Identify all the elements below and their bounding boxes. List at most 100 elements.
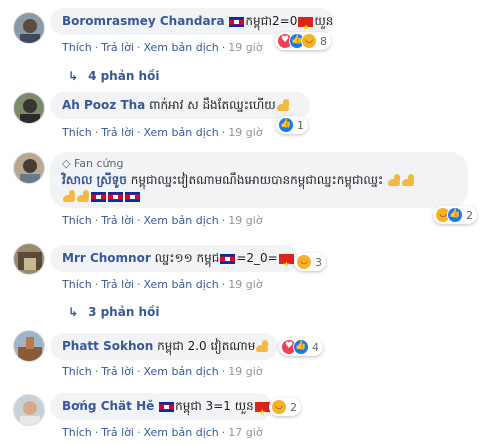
comment-actions: Thích · Trả lời · Xem bản dịch · 17 giờ (62, 426, 263, 439)
like-icon: 👍 (293, 339, 309, 355)
comment-text-part: ឈ្នះ១១ កម្ពុជ (154, 251, 220, 265)
reply-arrow-icon: ↳ (68, 69, 79, 83)
comment-text-part: កម្ពុជា 3=1 យួន (175, 399, 254, 413)
cambodia-flag-icon (125, 191, 140, 202)
avatar[interactable] (13, 330, 45, 362)
reaction-count: 8 (320, 34, 327, 48)
cambodia-flag-icon (91, 191, 106, 202)
comment-bubble: Ah Pooz Tha ពាក់អាវ ស ដឹងតែឈ្នះហើយ (50, 92, 310, 119)
reaction-summary[interactable]: ♥ 👍 4 (279, 338, 323, 356)
like-link[interactable]: Thích (62, 278, 92, 291)
vietnam-flag-icon (278, 251, 294, 278)
comment-author[interactable]: Mrr Chomnor (62, 251, 151, 265)
fan-badge-label: Fan cứng (73, 157, 124, 170)
flexed-biceps-icon (276, 98, 290, 113)
comment-time[interactable]: 19 giờ (228, 126, 262, 139)
comment-bubble: Bơńg Chät Hě កម្ពុជា 3=1 យួន (50, 393, 272, 426)
reply-arrow-icon: ↳ (68, 305, 79, 319)
replies-count: 4 phản hồi (88, 69, 160, 83)
comment-time[interactable]: 17 giờ (228, 426, 262, 439)
avatar[interactable] (13, 92, 45, 124)
comment-actions: Thích · Trả lời · Xem bản dịch · 19 giờ (62, 278, 263, 291)
comment-actions: Thích · Trả lời · Xem bản dịch · 19 giờ (62, 126, 263, 139)
comment-author[interactable]: Boromrasmey Chandara (62, 14, 225, 28)
cambodia-flag-icon (159, 401, 175, 412)
reply-link[interactable]: Trả lời (101, 426, 134, 439)
view-replies-link[interactable]: ↳ 4 phản hồi (68, 69, 159, 83)
reaction-count: 1 (297, 118, 304, 132)
comment-bubble: Phatt Sokhon កម្ពុជា 2.0 វៀតណាម (50, 333, 278, 360)
like-icon: 👍 (447, 207, 463, 223)
flexed-biceps-icon (76, 189, 90, 204)
comment-time[interactable]: 19 giờ (228, 214, 262, 227)
comment-text: កម្ពុជាឈ្នះវៀតណាមណឹងអោយបានកម្ពុជាឈ្នះកម្… (130, 173, 384, 187)
vietnam-flag-icon (254, 399, 270, 426)
comment-time[interactable]: 19 giờ (228, 365, 262, 378)
see-translation-link[interactable]: Xem bản dịch (144, 365, 219, 378)
reply-link[interactable]: Trả lời (101, 278, 134, 291)
comment-text-part: ពាក់អាវ ស ដឹងតែឈ្នះហើយ (149, 98, 276, 112)
comment-text: ឈ្នះ១១ កម្ពុជ =2_0= (154, 251, 295, 278)
flexed-biceps-icon (387, 173, 401, 188)
avatar[interactable] (13, 394, 45, 426)
comment-author[interactable]: វិសាល ស្រីទូច (62, 173, 127, 187)
flexed-biceps-icon (255, 339, 269, 354)
comment-bubble: Boromrasmey Chandara កម្ពុជា2=0 យួន (50, 8, 334, 41)
cambodia-flag-icon (108, 191, 123, 202)
vietnam-flag-icon (298, 14, 314, 41)
comment-bubble: ◇ Fan cứng វិសាល ស្រីទូច កម្ពុជាឈ្នះវៀតណ… (50, 152, 468, 208)
reply-link[interactable]: Trả lời (101, 126, 134, 139)
flexed-biceps-icon (401, 173, 415, 188)
avatar[interactable] (13, 152, 45, 184)
reaction-count: 3 (315, 255, 322, 269)
avatar[interactable] (13, 12, 45, 44)
reaction-count: 4 (312, 340, 319, 354)
reaction-summary[interactable]: ◡ 👍 2 (433, 206, 477, 224)
like-link[interactable]: Thích (62, 41, 92, 54)
haha-icon: ◡ (301, 33, 317, 49)
comment-actions: Thích · Trả lời · Xem bản dịch · 19 giờ (62, 41, 263, 54)
see-translation-link[interactable]: Xem bản dịch (144, 41, 219, 54)
reaction-summary[interactable]: ◡ 2 (269, 398, 301, 416)
haha-icon: ◡ (296, 254, 312, 270)
like-link[interactable]: Thích (62, 365, 92, 378)
reply-link[interactable]: Trả lời (101, 365, 134, 378)
comment-text: កម្ពុជា 3=1 យួន (158, 399, 271, 426)
see-translation-link[interactable]: Xem bản dịch (144, 126, 219, 139)
comment-time[interactable]: 19 giờ (228, 278, 262, 291)
comment-author[interactable]: Phatt Sokhon (62, 339, 153, 353)
comment-text: កម្ពុជា 2.0 វៀតណាម (157, 339, 269, 353)
reply-link[interactable]: Trả lời (101, 214, 134, 227)
avatar[interactable] (13, 243, 45, 275)
comment-text-part: =2_0= (236, 251, 278, 265)
comment-author[interactable]: Ah Pooz Tha (62, 98, 145, 112)
comment-author[interactable]: Bơńg Chät Hě (62, 399, 154, 413)
reply-link[interactable]: Trả lời (101, 41, 134, 54)
cambodia-flag-icon (220, 253, 236, 264)
like-link[interactable]: Thích (62, 126, 92, 139)
cambodia-flag-icon (229, 16, 245, 27)
comment-time[interactable]: 19 giờ (228, 41, 262, 54)
reaction-count: 2 (290, 400, 297, 414)
diamond-icon: ◇ (62, 157, 71, 170)
see-translation-link[interactable]: Xem bản dịch (144, 214, 219, 227)
comment-bubble: Mrr Chomnor ឈ្នះ១១ កម្ពុជ =2_0= (50, 245, 298, 278)
like-link[interactable]: Thích (62, 426, 92, 439)
like-icon: 👍 (278, 117, 294, 133)
comment-text-part: យួន (314, 14, 334, 28)
comment-actions: Thích · Trả lời · Xem bản dịch · 19 giờ (62, 214, 263, 227)
replies-count: 3 phản hồi (88, 305, 160, 319)
flexed-biceps-icon (62, 189, 76, 204)
see-translation-link[interactable]: Xem bản dịch (144, 278, 219, 291)
view-replies-link[interactable]: ↳ 3 phản hồi (68, 305, 159, 319)
reaction-summary[interactable]: ◡ 3 (294, 253, 326, 271)
reaction-summary[interactable]: ♥ 👍 ◡ 8 (275, 32, 331, 50)
fan-badge: ◇ Fan cứng (62, 156, 456, 172)
comment-text: កម្ពុជា2=0 យួន (228, 14, 334, 41)
like-link[interactable]: Thích (62, 214, 92, 227)
comment-text-part: កម្ពុជា 2.0 វៀតណាម (157, 339, 256, 353)
comment-actions: Thích · Trả lời · Xem bản dịch · 19 giờ (62, 365, 263, 378)
reaction-summary[interactable]: 👍 1 (276, 116, 308, 134)
comment-text-part: កម្ពុជា2=0 (245, 14, 298, 28)
see-translation-link[interactable]: Xem bản dịch (144, 426, 219, 439)
